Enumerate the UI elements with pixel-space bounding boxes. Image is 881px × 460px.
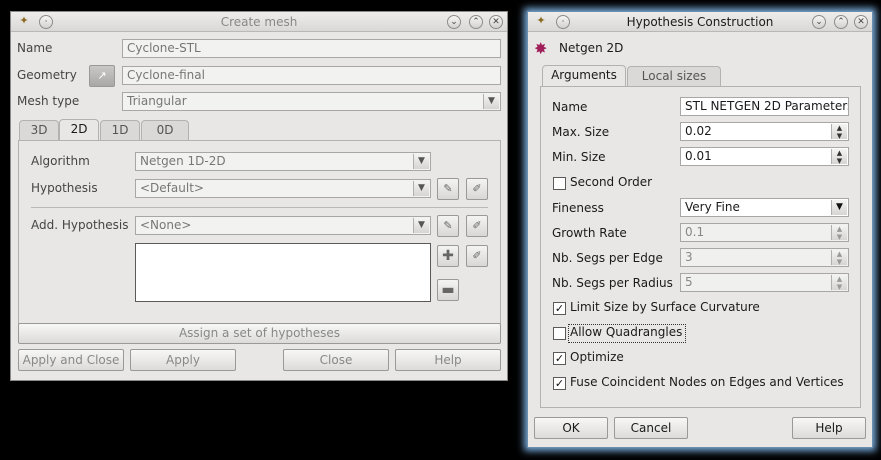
tab-panel-2d: Algorithm Netgen 1D-2D ▼ Hypothesis <Def… xyxy=(18,140,501,324)
minimize-icon[interactable]: ⌄ xyxy=(812,15,826,29)
min-size-label: Min. Size xyxy=(552,150,606,164)
geometry-select-button[interactable]: ↗ xyxy=(89,65,115,87)
new-hypothesis-button[interactable]: ✐ xyxy=(466,178,488,200)
fuse-nodes-checkbox[interactable]: ✓ xyxy=(553,377,566,390)
add-icon[interactable]: ✚ xyxy=(437,245,459,267)
segs-per-edge-label: Nb. Segs per Edge xyxy=(552,251,663,265)
second-order-label[interactable]: Second Order xyxy=(570,175,652,189)
window-title: Create mesh xyxy=(220,15,298,29)
spin-arrows-icon[interactable]: ▲ ▼ xyxy=(831,275,847,291)
ok-button[interactable]: OK xyxy=(534,417,608,439)
mesh-type-value: Triangular xyxy=(127,94,187,108)
segs-per-edge-value: 3 xyxy=(685,250,693,264)
optimize-checkbox[interactable]: ✓ xyxy=(553,352,566,365)
hypothesis-header: Netgen 2D xyxy=(559,41,624,55)
max-size-label: Max. Size xyxy=(552,125,610,139)
chevron-down-icon: ▼ xyxy=(413,181,429,196)
chevron-down-icon: ▼ xyxy=(831,200,847,215)
geometry-label: Geometry xyxy=(17,68,77,82)
add-hypothesis-value: <None> xyxy=(140,218,192,232)
hypothesis-label: Hypothesis xyxy=(31,181,98,195)
hypothesis-dialog: ✦ · Hypothesis Construction ⌄ ⌃ ✕ ✸ Netg… xyxy=(527,11,873,448)
cancel-button[interactable]: Cancel xyxy=(614,417,688,439)
allow-quadrangles-label[interactable]: Allow Quadrangles xyxy=(570,325,682,339)
algorithm-value: Netgen 1D-2D xyxy=(140,154,226,168)
segs-per-radius-spinbox[interactable]: 5 ▲ ▼ xyxy=(680,273,849,292)
tab-3d[interactable]: 3D xyxy=(19,120,59,140)
min-size-value: 0.01 xyxy=(685,149,712,163)
second-order-checkbox[interactable] xyxy=(553,177,566,190)
spin-arrows-icon[interactable]: ▲ ▼ xyxy=(831,124,847,140)
help-button[interactable]: Help xyxy=(395,349,501,371)
name-label: Name xyxy=(17,41,53,55)
help-button[interactable]: Help xyxy=(792,417,866,439)
remove-icon[interactable]: ▬ xyxy=(437,279,459,301)
maximize-icon[interactable]: ⌃ xyxy=(469,15,483,29)
mesh-type-select[interactable]: Triangular ▼ xyxy=(122,92,501,111)
limit-size-checkbox[interactable]: ✓ xyxy=(553,302,566,315)
separator xyxy=(31,207,488,208)
hypothesis-titlebar[interactable]: ✦ · Hypothesis Construction ⌄ ⌃ ✕ xyxy=(528,12,872,32)
fineness-label: Fineness xyxy=(552,201,604,215)
min-size-spinbox[interactable]: 0.01 ▲ ▼ xyxy=(680,147,849,166)
close-icon[interactable]: ✕ xyxy=(489,15,503,29)
apply-button[interactable]: Apply xyxy=(130,349,236,371)
spin-arrows-icon[interactable]: ▲ ▼ xyxy=(831,149,847,165)
growth-rate-label: Growth Rate xyxy=(552,226,627,240)
create-mesh-titlebar[interactable]: ✦ · Create mesh ⌄ ⌃ ✕ xyxy=(11,12,507,32)
tab-2d[interactable]: 2D xyxy=(59,119,99,140)
name-field[interactable]: Cyclone-STL xyxy=(122,39,501,58)
minimize-icon[interactable]: ⌄ xyxy=(447,15,461,29)
hyp-name-field[interactable]: STL NETGEN 2D Parameters xyxy=(680,97,849,116)
allow-quadrangles-checkbox[interactable] xyxy=(553,327,566,340)
new-add-hypothesis-button[interactable]: ✐ xyxy=(466,215,488,237)
add-hypothesis-label: Add. Hypothesis xyxy=(31,218,129,232)
tab-local-sizes[interactable]: Local sizes xyxy=(627,66,721,86)
max-size-value: 0.02 xyxy=(685,124,712,138)
hypothesis-value: <Default> xyxy=(140,181,204,195)
segs-per-radius-value: 5 xyxy=(685,275,693,289)
tab-arguments[interactable]: Arguments xyxy=(542,65,626,86)
create-mesh-dialog: ✦ · Create mesh ⌄ ⌃ ✕ Name Cyclone-STL G… xyxy=(10,11,508,381)
optimize-label[interactable]: Optimize xyxy=(570,350,624,364)
growth-rate-value: 0.1 xyxy=(685,225,705,239)
name-label: Name xyxy=(552,100,588,114)
edit-add-hypothesis-button[interactable]: ✎ xyxy=(437,215,459,237)
tab-1d[interactable]: 1D xyxy=(100,120,140,140)
chevron-down-icon: ▼ xyxy=(483,94,499,109)
arguments-panel: Name STL NETGEN 2D Parameters Max. Size … xyxy=(540,86,861,408)
spin-arrows-icon[interactable]: ▲ ▼ xyxy=(831,250,847,266)
spin-arrows-icon[interactable]: ▲ ▼ xyxy=(831,225,847,241)
fineness-select[interactable]: Very Fine ▼ xyxy=(680,198,849,217)
close-icon[interactable]: ✕ xyxy=(854,15,868,29)
hypothesis-select[interactable]: <Default> ▼ xyxy=(135,179,431,198)
algorithm-label: Algorithm xyxy=(31,154,90,168)
tab-0d[interactable]: 0D xyxy=(141,120,189,140)
growth-rate-spinbox[interactable]: 0.1 ▲ ▼ xyxy=(680,223,849,242)
edit-hypothesis-button[interactable]: ✎ xyxy=(437,178,459,200)
geometry-field[interactable]: Cyclone-final xyxy=(122,66,501,85)
edit-list-hypothesis-button[interactable]: ✐ xyxy=(466,245,488,267)
mesh-type-label: Mesh type xyxy=(17,94,80,108)
chevron-down-icon: ▼ xyxy=(413,218,429,233)
netgen-icon: ✸ xyxy=(534,39,548,58)
maximize-icon[interactable]: ⌃ xyxy=(834,15,848,29)
chevron-down-icon: ▼ xyxy=(413,154,429,169)
fineness-value: Very Fine xyxy=(685,200,740,214)
limit-size-label[interactable]: Limit Size by Surface Curvature xyxy=(570,300,760,314)
max-size-spinbox[interactable]: 0.02 ▲ ▼ xyxy=(680,122,849,141)
fuse-nodes-label[interactable]: Fuse Coincident Nodes on Edges and Verti… xyxy=(570,375,844,389)
add-hypothesis-list[interactable] xyxy=(135,243,431,302)
segs-per-edge-spinbox[interactable]: 3 ▲ ▼ xyxy=(680,248,849,267)
segs-per-radius-label: Nb. Segs per Radius xyxy=(552,276,673,290)
algorithm-select[interactable]: Netgen 1D-2D ▼ xyxy=(135,152,431,171)
add-hypothesis-select[interactable]: <None> ▼ xyxy=(135,216,431,235)
apply-and-close-button[interactable]: Apply and Close xyxy=(18,349,124,371)
assign-set-button[interactable]: Assign a set of hypotheses xyxy=(18,323,501,344)
close-button[interactable]: Close xyxy=(283,349,389,371)
